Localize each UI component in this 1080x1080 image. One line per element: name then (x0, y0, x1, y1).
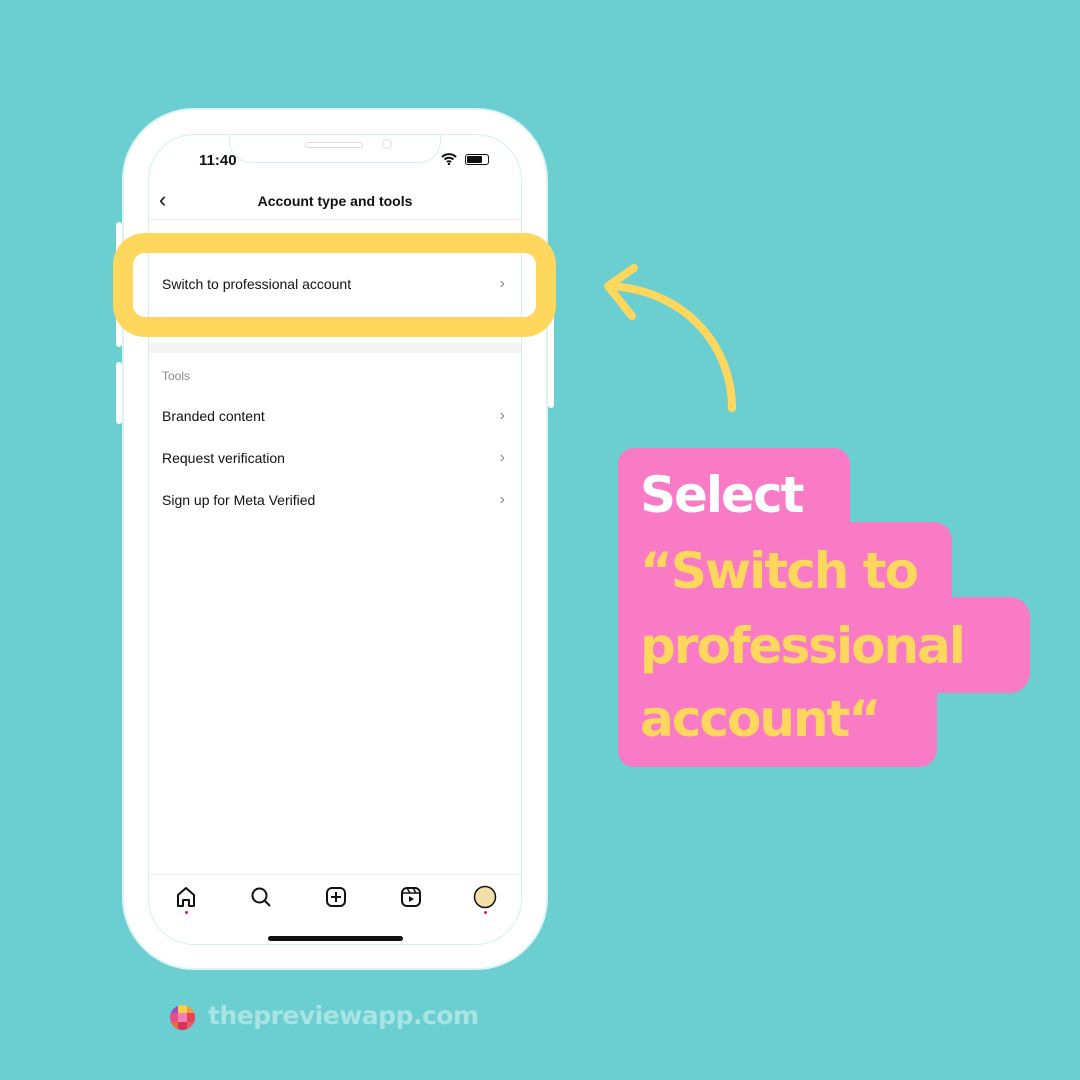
speaker (305, 142, 363, 148)
row-label: Sign up for Meta Verified (162, 492, 316, 508)
profile-avatar[interactable] (473, 885, 497, 909)
row-label: Request verification (162, 450, 285, 466)
highlight-box (113, 233, 556, 337)
section-divider (149, 343, 521, 353)
status-time: 11:40 (199, 152, 237, 169)
callout-line: professional (640, 617, 966, 675)
section-label: Tools (162, 369, 191, 383)
callout-line: “Switch to (640, 542, 919, 600)
camera (382, 139, 392, 149)
home-indicator (268, 936, 403, 941)
bottom-nav-divider (149, 874, 521, 875)
chevron-right-icon: › (499, 491, 505, 508)
search-icon[interactable] (249, 885, 273, 909)
notification-dot (185, 911, 188, 914)
branded-content-row[interactable]: Branded content › (149, 396, 521, 436)
home-icon[interactable] (174, 885, 198, 909)
arrow-icon (604, 264, 736, 412)
chevron-right-icon: › (499, 407, 505, 424)
row-label: Branded content (162, 408, 265, 424)
callout-line: Select (640, 466, 805, 524)
meta-verified-row[interactable]: Sign up for Meta Verified › (149, 480, 521, 520)
notch (229, 135, 441, 163)
reels-icon[interactable] (399, 885, 423, 909)
chevron-right-icon: › (499, 449, 505, 466)
callout-line: account“ (640, 690, 881, 748)
header: ‹ Account type and tools (149, 183, 521, 220)
wifi-icon (441, 153, 457, 165)
request-verification-row[interactable]: Request verification › (149, 438, 521, 478)
create-icon[interactable] (324, 885, 348, 909)
battery-icon (465, 153, 489, 165)
brand-logo (170, 1005, 195, 1030)
notification-dot (484, 911, 487, 914)
page-title: Account type and tools (257, 193, 413, 209)
brand-url: thepreviewapp.com (208, 1001, 479, 1030)
